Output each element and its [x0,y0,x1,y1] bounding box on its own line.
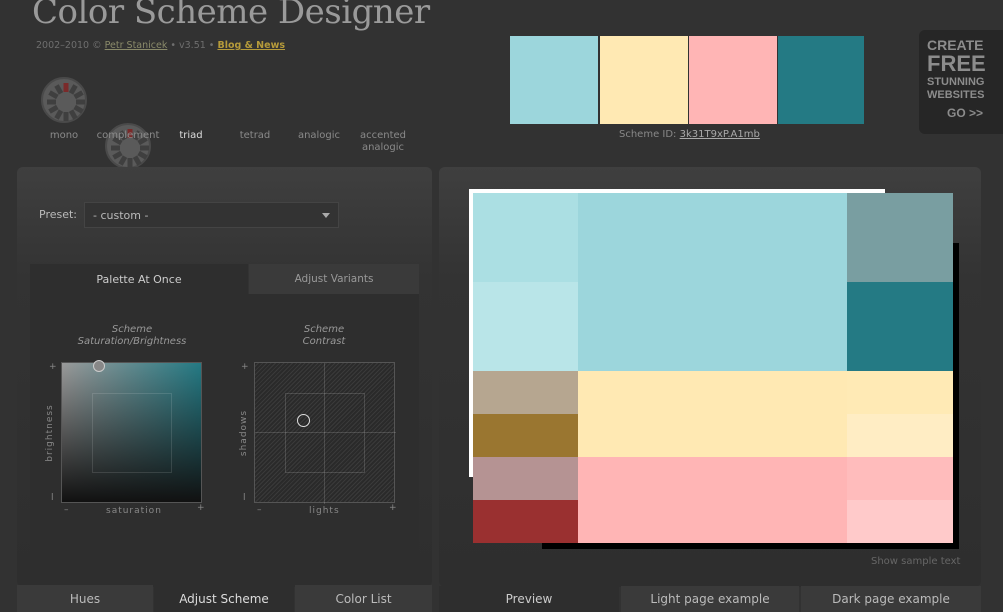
preview-blue-dark [847,282,953,371]
contrast-handle[interactable] [297,414,310,427]
plot-contrast-title: Scheme Contrast [254,324,394,348]
blog-link[interactable]: Blog & News [217,40,285,51]
preview-blue-light-1 [473,193,578,282]
tab-preview[interactable]: Preview [439,586,619,612]
copyright-line: 2002–2010 © Petr Stanicek • v3.51 • Blog… [36,40,285,51]
preview-brown [473,414,578,457]
plot-saturation-title-2: Saturation/Brightness [77,336,187,347]
saturation-axis-label: saturation [106,506,162,516]
swatch-accent[interactable] [778,36,864,124]
preview-tan [473,371,578,414]
preview-blue-light-2 [473,282,578,371]
scheme-id-label: Scheme ID: [619,129,677,140]
app-title: Color Scheme Designer [32,0,430,32]
plot-saturation-title-1: Scheme [111,324,153,335]
ad-line-websites: WEBSITES [927,89,985,101]
preset-select[interactable]: - custom - [84,202,339,228]
brightness-min-mark: l [51,493,55,503]
plot-contrast-title-1: Scheme [303,324,345,335]
preview-red-main [578,457,847,543]
lights-axis-label: lights [309,506,340,516]
scheme-mono-wheel[interactable] [41,77,87,123]
preview-red-light-2 [847,500,953,543]
chevron-down-icon [322,213,330,218]
scheme-accented-label[interactable]: accented analogic [343,130,423,154]
contrast-pad[interactable] [254,362,396,504]
swatch-primary[interactable] [510,36,598,124]
saturation-max-mark: + [197,503,206,513]
preview-yellow-light-1 [847,371,953,414]
swatch-secondary-b[interactable] [689,36,777,124]
preview-blue-muted [847,193,953,282]
shadows-axis-label: shadows [239,409,249,457]
brightness-axis-label: brightness [45,404,55,462]
preview-darkred [473,500,578,543]
contrast-horizontal-guide [255,432,396,433]
version-text: • v3.51 • [170,40,215,51]
tab-adjust-scheme[interactable]: Adjust Scheme [154,585,294,612]
swatch-secondary-a[interactable] [600,36,688,124]
preview-grid [473,193,953,543]
color-wheel-icon [47,83,85,121]
tab-hues[interactable]: Hues [17,585,153,612]
contrast-vertical-guide [324,363,325,504]
scheme-id: Scheme ID: 3k31T9xP.A1mb [619,129,760,140]
contrast-range-box [285,393,365,473]
ad-line-create: CREATE [927,37,984,53]
ad-line-stunning: STUNNING [927,76,985,88]
plot-saturation-title: Scheme Saturation/Brightness [62,324,202,348]
lights-min-mark: – [257,505,263,515]
tab-dark-page-example[interactable]: Dark page example [801,586,981,612]
preview-red-light-1 [847,457,953,500]
scheme-id-link[interactable]: 3k31T9xP.A1mb [680,129,760,140]
tab-color-list[interactable]: Color List [295,585,432,612]
saturation-brightness-pad[interactable] [61,360,202,503]
brightness-max-mark: + [49,362,58,372]
author-link[interactable]: Petr Stanicek [105,40,168,51]
preview-yellow-main [578,371,847,457]
copyright-text: 2002–2010 © [36,40,102,51]
saturation-range-box [92,393,172,473]
shadows-min-mark: l [243,493,247,503]
preview-yellow-light-2 [847,414,953,457]
preset-label: Preset: [39,208,78,221]
preset-value: - custom - [93,209,149,222]
tab-palette-at-once[interactable]: Palette At Once [30,264,248,294]
preview-blue-main [578,193,847,371]
create-websites-ad[interactable]: CREATE FREE STUNNING WEBSITES GO >> [919,30,1003,134]
tab-adjust-variants[interactable]: Adjust Variants [249,264,419,294]
preview-rose [473,457,578,500]
shadows-max-mark: + [241,362,250,372]
show-sample-text-link[interactable]: Show sample text [871,556,960,567]
plot-contrast-title-2: Contrast [302,336,346,347]
saturation-min-mark: – [64,505,70,515]
ad-go-link[interactable]: GO >> [927,107,1003,119]
tab-light-page-example[interactable]: Light page example [621,586,799,612]
ad-line-free: FREE [927,51,986,76]
lights-max-mark: + [389,503,398,513]
saturation-handle[interactable] [93,360,105,372]
